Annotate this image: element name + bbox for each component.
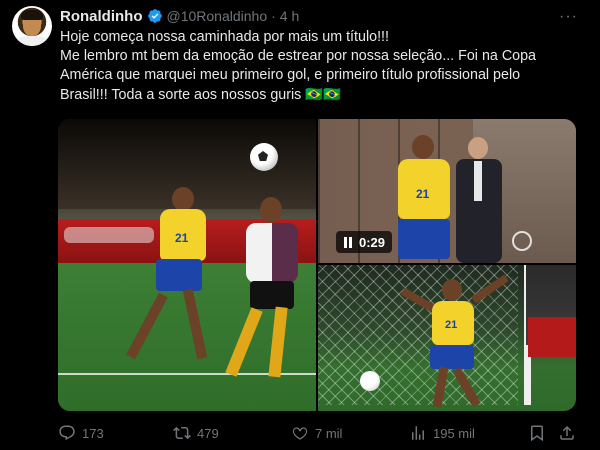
- jersey-number: 21: [445, 319, 458, 331]
- video-duration-badge[interactable]: 0:29: [336, 231, 393, 253]
- football: [360, 371, 380, 391]
- loading-ring-icon: [512, 231, 532, 251]
- author-avatar[interactable]: [12, 6, 52, 46]
- ad-board-red: [528, 317, 576, 357]
- tweet-header: Ronaldinho @10Ronaldinho · 4 h: [60, 6, 299, 26]
- ad-board-logo: [64, 227, 154, 243]
- like-button[interactable]: 7 mil: [291, 424, 342, 442]
- retweet-button[interactable]: 479: [173, 424, 219, 442]
- separator-dot: ·: [271, 8, 276, 24]
- player-yellow-21-video: 21: [394, 135, 454, 263]
- player-celebrating: 21: [400, 274, 510, 411]
- tweet-text-line: Hoje começa nossa caminhada por mais um …: [60, 29, 389, 45]
- bookmark-icon: [531, 425, 543, 442]
- tweet-text-line: América que marquei meu primeiro gol, e …: [60, 67, 521, 84]
- views-button[interactable]: 195 mil: [409, 424, 475, 442]
- pause-icon[interactable]: [343, 236, 353, 248]
- author-name[interactable]: Ronaldinho: [60, 8, 143, 25]
- jersey-number: 21: [175, 231, 189, 245]
- avatar-hair: [21, 10, 43, 20]
- share-button[interactable]: [558, 424, 576, 442]
- bookmark-button[interactable]: [528, 424, 546, 442]
- like-count: 7 mil: [315, 425, 343, 441]
- video-duration: 0:29: [359, 234, 386, 250]
- reply-button[interactable]: 173: [58, 424, 104, 442]
- tweet-text-line: Brasil!!! Toda a sorte aos nossos guris …: [60, 86, 341, 103]
- photo-goal-celebration[interactable]: 21: [318, 265, 576, 411]
- player-yellow-21: 21: [126, 187, 214, 387]
- tweet-time[interactable]: 4 h: [280, 8, 299, 24]
- tweet-text: Hoje começa nossa caminhada por mais um …: [60, 28, 580, 105]
- views-count: 195 mil: [433, 425, 475, 441]
- tweet-text-line: Me lembro mt bem da emoção de estrear po…: [60, 48, 537, 65]
- heart-icon: [292, 427, 308, 440]
- retweet-count: 479: [197, 425, 219, 441]
- official-in-suit: [454, 137, 504, 263]
- video-thumbnail[interactable]: 21 0:29: [318, 119, 576, 263]
- author-handle[interactable]: @10Ronaldinho: [167, 8, 268, 24]
- views-chart-icon: [412, 426, 424, 440]
- share-icon: [560, 425, 574, 440]
- player-defender: [225, 193, 308, 393]
- more-options-icon[interactable]: ···: [559, 8, 578, 26]
- avatar-shirt: [16, 36, 48, 46]
- photo-match-action[interactable]: 21: [58, 119, 316, 411]
- football: [250, 143, 278, 171]
- action-bar: 173 479 7 mil 195 mil: [58, 424, 578, 444]
- media-grid: 21 21 0:29 21: [58, 119, 576, 411]
- reply-count: 173: [82, 425, 104, 441]
- verified-badge-icon: [147, 9, 162, 23]
- retweet-icon: [173, 426, 191, 440]
- jersey-number: 21: [416, 187, 430, 201]
- reply-icon: [59, 425, 75, 441]
